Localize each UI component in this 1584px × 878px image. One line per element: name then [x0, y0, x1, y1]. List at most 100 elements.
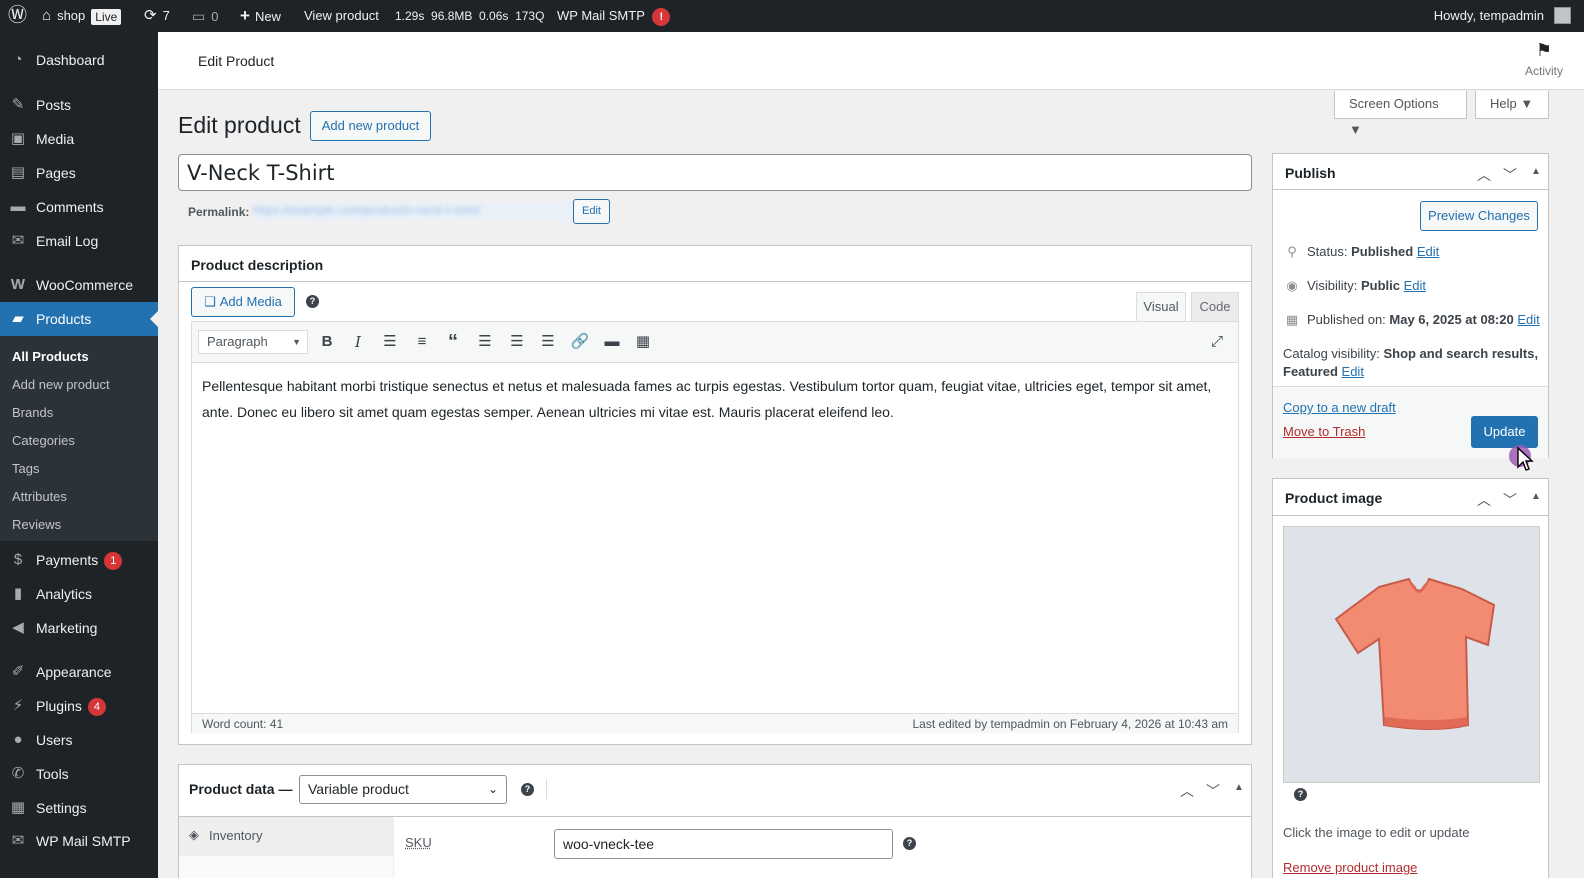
header-title: Edit Product	[198, 53, 275, 69]
bold-icon[interactable]: B	[316, 332, 338, 352]
chevron-down-icon: ▼	[292, 337, 301, 347]
toggle-panel-icon[interactable]: ▲	[1234, 782, 1244, 793]
preview-changes-button[interactable]: Preview Changes	[1420, 201, 1538, 231]
move-to-trash-link[interactable]: Move to Trash	[1283, 424, 1365, 439]
sidebar-item-dashboard[interactable]: ◔ Dashboard	[0, 43, 158, 77]
sidebar-item-posts[interactable]: ✎ Posts	[0, 88, 158, 122]
align-center-icon[interactable]: ☰	[506, 332, 528, 352]
numbered-list-icon[interactable]: ≡	[411, 332, 433, 352]
wp-mail-smtp-link[interactable]: WP Mail SMTP !	[557, 0, 671, 32]
help-button[interactable]: Help ▼	[1475, 91, 1549, 119]
sidebar-item-payments[interactable]: $ Payments 1	[0, 543, 158, 577]
mouse-cursor-icon	[1517, 446, 1534, 471]
help-icon[interactable]: ?	[521, 783, 534, 796]
link-icon[interactable]: 🔗	[569, 332, 591, 352]
user-icon: ●	[13, 731, 23, 748]
update-button[interactable]: Update	[1471, 416, 1538, 448]
sidebar-item-settings[interactable]: ▦ Settings	[0, 791, 158, 825]
remove-product-image-link[interactable]: Remove product image	[1283, 860, 1417, 875]
tab-visual[interactable]: Visual	[1136, 292, 1186, 322]
comments-link[interactable]: ▭ 0	[192, 0, 218, 32]
description-box-header: Product description	[179, 246, 1251, 282]
submenu-add-new-product[interactable]: Add new product	[12, 377, 110, 392]
woo-header: Edit Product ⚑ Activity	[158, 32, 1584, 90]
move-up-icon[interactable]: ︿	[1477, 165, 1491, 185]
toolbar-toggle-icon[interactable]: ▦	[632, 332, 654, 352]
editor-content[interactable]: Pellentesque habitant morbi tristique se…	[202, 373, 1227, 425]
submenu-attributes[interactable]: Attributes	[12, 489, 67, 504]
fullscreen-icon[interactable]: ⤢	[1206, 332, 1228, 352]
sidebar-item-email-log[interactable]: ✉ Email Log	[0, 224, 158, 258]
move-down-icon[interactable]: ﹀	[1503, 165, 1517, 185]
avatar[interactable]	[1554, 7, 1571, 24]
submenu-all-products[interactable]: All Products	[12, 349, 89, 364]
bullet-list-icon[interactable]: ☰	[379, 332, 401, 352]
move-down-icon[interactable]: ﹀	[1503, 490, 1517, 510]
howdy-account-link[interactable]: Howdy, tempadmin	[1434, 0, 1544, 32]
sidebar-item-woocommerce[interactable]: W WooCommerce	[0, 268, 158, 302]
italic-icon[interactable]: I	[347, 332, 369, 352]
plus-icon: +	[240, 6, 250, 25]
add-media-button[interactable]: ❑ Add Media	[191, 287, 295, 317]
submenu-brands[interactable]: Brands	[12, 405, 53, 420]
move-up-icon[interactable]: ︿	[1180, 781, 1194, 801]
eye-icon: ◉	[1286, 278, 1298, 293]
divider	[546, 779, 547, 799]
help-icon[interactable]: ?	[903, 837, 916, 850]
sku-input[interactable]	[554, 829, 893, 859]
permalink-edit-button[interactable]: Edit	[573, 199, 610, 224]
visibility-row: ◉ Visibility: Public Edit	[1283, 278, 1426, 294]
sidebar-item-marketing[interactable]: ◀ Marketing	[0, 611, 158, 645]
product-type-select[interactable]: Variable product ⌄	[299, 775, 507, 804]
add-new-product-button[interactable]: Add new product	[310, 111, 431, 141]
megaphone-icon: ◀	[12, 619, 24, 636]
comment-icon: ▬	[10, 198, 26, 215]
copy-to-draft-link[interactable]: Copy to a new draft	[1283, 400, 1396, 415]
tab-code[interactable]: Code	[1191, 292, 1239, 322]
edit-visibility-link[interactable]: Edit	[1404, 278, 1426, 293]
word-count: Word count: 41	[202, 717, 284, 731]
sidebar-item-media[interactable]: ▣ Media	[0, 122, 158, 156]
new-content-link[interactable]: + New	[240, 0, 281, 32]
edit-catalog-visibility-link[interactable]: Edit	[1342, 364, 1364, 379]
sidebar-item-tools[interactable]: ✆ Tools	[0, 757, 158, 791]
move-up-icon[interactable]: ︿	[1477, 490, 1491, 510]
submenu-categories[interactable]: Categories	[12, 433, 75, 448]
blockquote-icon[interactable]: “	[442, 332, 464, 352]
submenu-reviews[interactable]: Reviews	[12, 517, 61, 532]
sidebar-item-analytics[interactable]: ▮ Analytics	[0, 577, 158, 611]
align-right-icon[interactable]: ☰	[537, 332, 559, 352]
query-monitor-stats[interactable]: 1.29s 96.8MB 0.06s 173Q	[395, 0, 544, 32]
product-image-thumbnail[interactable]	[1283, 526, 1540, 783]
sidebar-item-pages[interactable]: ▤ Pages	[0, 156, 158, 190]
submenu-tags[interactable]: Tags	[12, 461, 39, 476]
wordpress-logo-icon[interactable]: Ⓦ	[8, 0, 27, 32]
permalink-url[interactable]: https://example.com/product/v-neck-t-shi…	[253, 203, 573, 220]
tab-inventory[interactable]: ◈ Inventory	[179, 817, 393, 856]
align-left-icon[interactable]: ☰	[474, 332, 496, 352]
activity-button[interactable]: ⚑ Activity	[1510, 40, 1578, 78]
move-down-icon[interactable]: ﹀	[1206, 781, 1220, 801]
edit-date-link[interactable]: Edit	[1517, 312, 1539, 327]
screen-options-button[interactable]: Screen Options ▼	[1334, 91, 1467, 137]
sidebar-item-products[interactable]: ▰ Products	[0, 302, 158, 336]
last-edited: Last edited by tempadmin on February 4, …	[912, 717, 1228, 731]
read-more-icon[interactable]: ▬	[601, 332, 623, 352]
product-title-input[interactable]	[178, 154, 1252, 191]
help-icon[interactable]: ?	[306, 295, 319, 308]
inventory-icon: ◈	[189, 827, 199, 842]
sidebar-item-plugins[interactable]: ⚡ Plugins 4	[0, 689, 158, 723]
sidebar-item-appearance[interactable]: ✐ Appearance	[0, 655, 158, 689]
pin-icon: ✎	[11, 96, 25, 113]
site-name-link[interactable]: ⌂ shop Live	[42, 0, 122, 32]
toggle-panel-icon[interactable]: ▲	[1531, 491, 1541, 502]
sidebar-item-wp-mail-smtp[interactable]: ✉ WP Mail SMTP	[0, 824, 158, 858]
sidebar-item-users[interactable]: ● Users	[0, 723, 158, 757]
view-product-link[interactable]: View product	[304, 0, 379, 32]
edit-status-link[interactable]: Edit	[1417, 244, 1439, 259]
help-icon[interactable]: ?	[1294, 788, 1307, 801]
toggle-panel-icon[interactable]: ▲	[1531, 166, 1541, 177]
format-select[interactable]: Paragraph ▼	[198, 330, 308, 354]
updates-link[interactable]: ⟳ 7	[144, 0, 170, 32]
sidebar-item-comments[interactable]: ▬ Comments	[0, 190, 158, 224]
